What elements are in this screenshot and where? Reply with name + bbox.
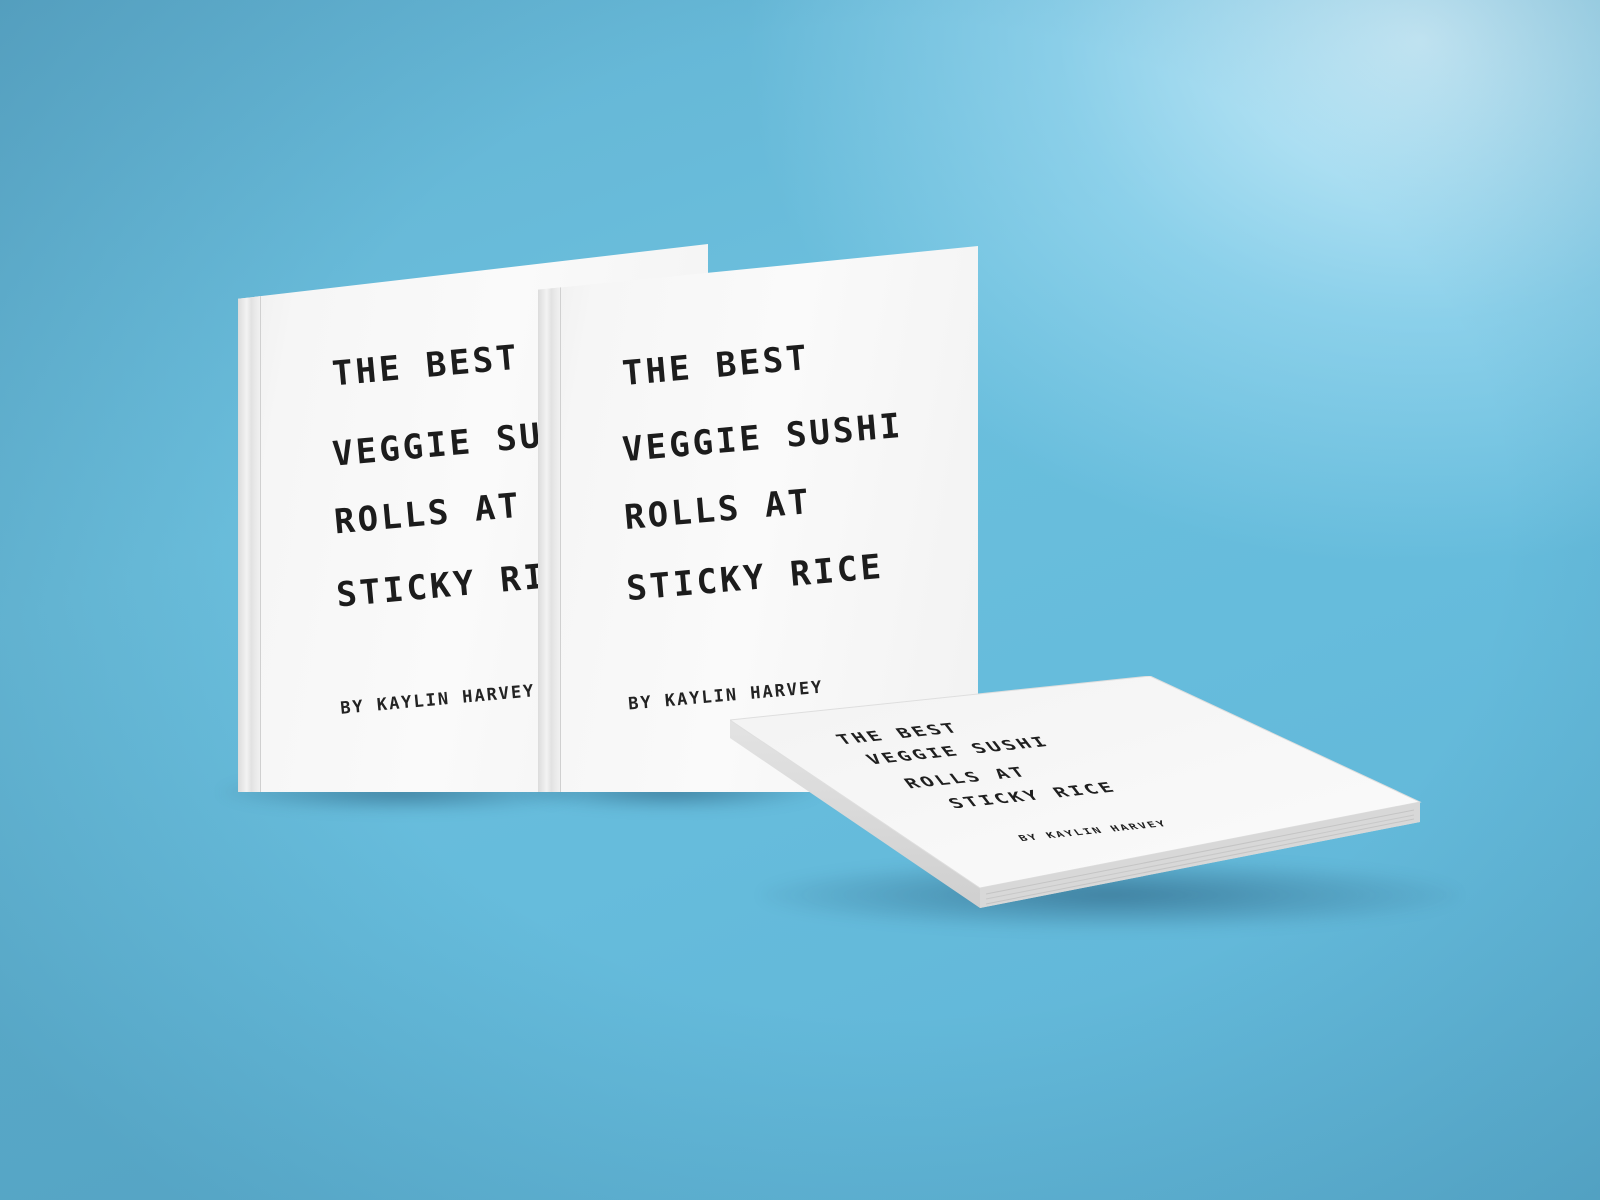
book-title-line-1: The best bbox=[620, 337, 812, 395]
book-hinge bbox=[538, 246, 561, 792]
book-lying-flat: The best veggie sushi Rolls at sticky ri… bbox=[730, 676, 1450, 936]
book-title-line-2: veggie sushi bbox=[620, 405, 905, 471]
lying-book-shape bbox=[730, 676, 1422, 908]
book-title-line-4: sticky rice bbox=[624, 546, 886, 610]
book-author: By Kaylin Harvey bbox=[339, 681, 537, 719]
book-hinge bbox=[238, 244, 261, 792]
product-mockup-scene: The best veggie sushi Rolls at sticky ri… bbox=[0, 0, 1600, 1200]
book-title-line-1: The best bbox=[330, 337, 522, 395]
book-title-line-3: Rolls at bbox=[332, 485, 524, 543]
book-title-line-3: Rolls at bbox=[622, 481, 814, 539]
